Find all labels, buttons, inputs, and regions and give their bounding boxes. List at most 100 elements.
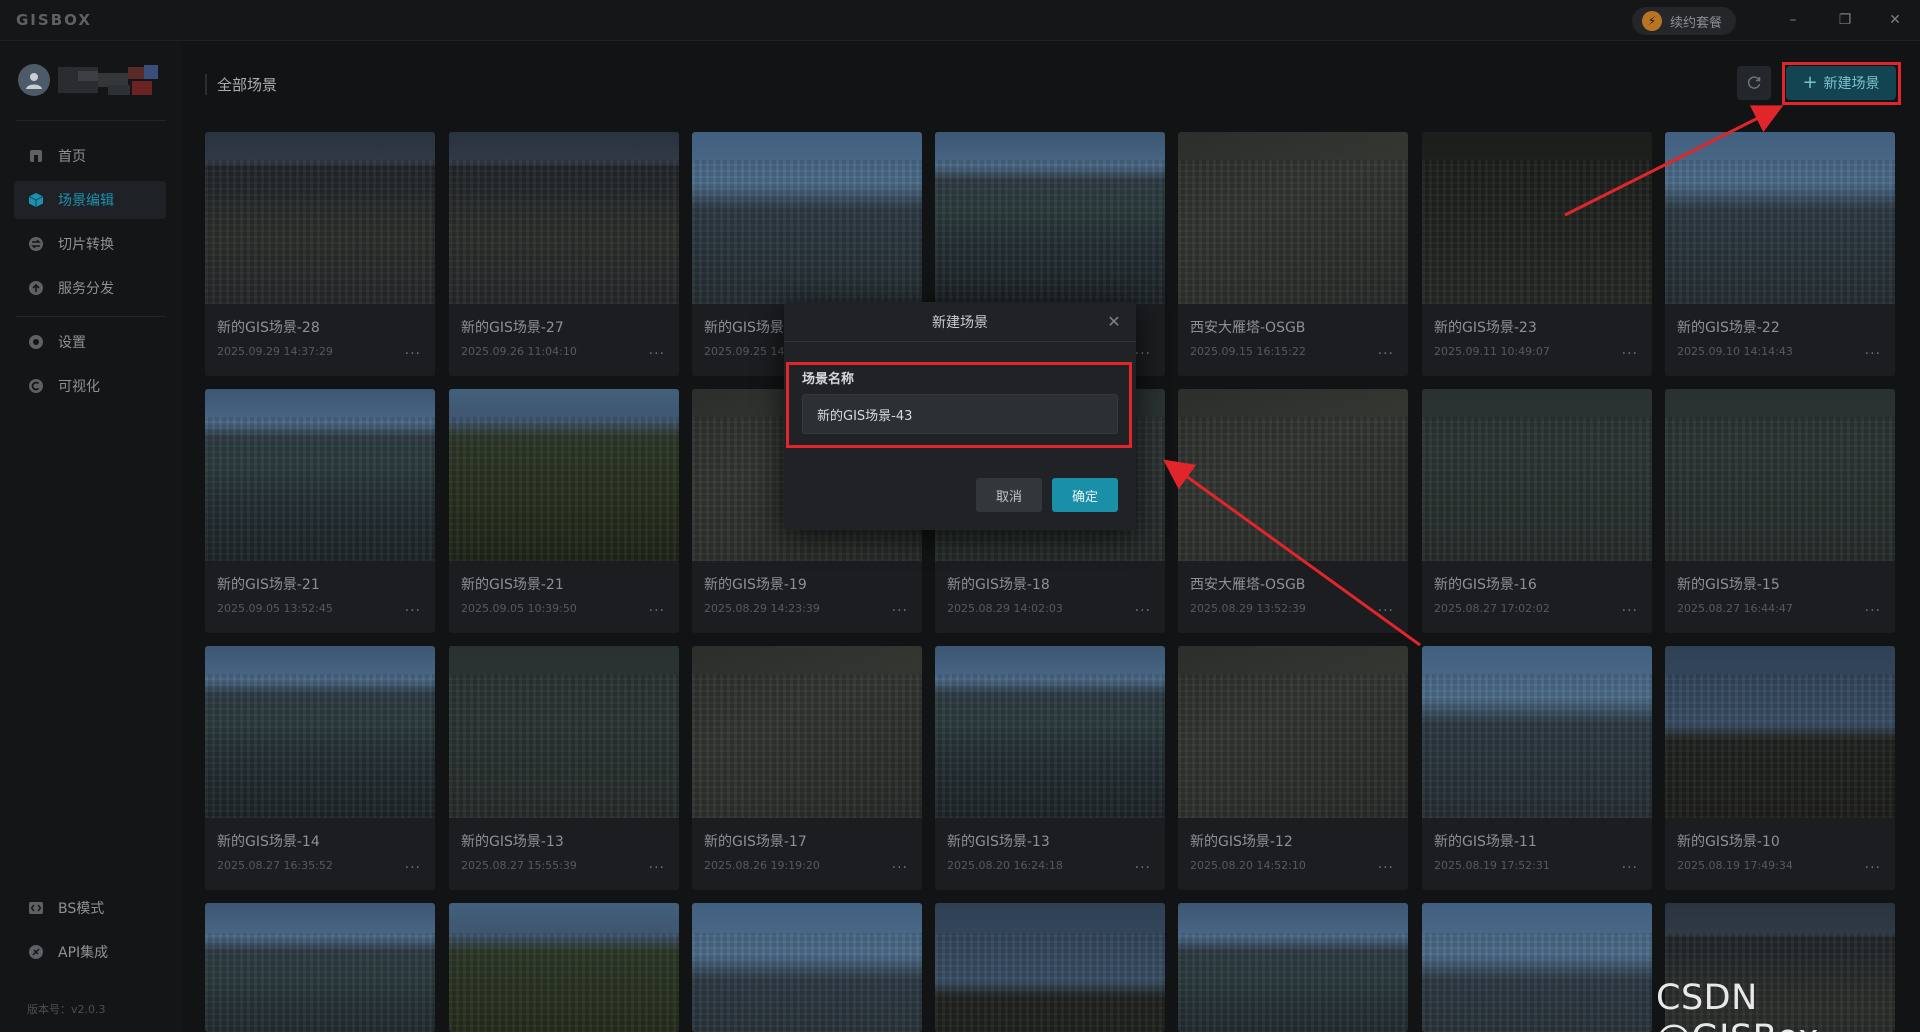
scene-card[interactable] xyxy=(1178,903,1408,1032)
scene-card[interactable]: 新的GIS场景-16 2025.08.27 17:02:02... xyxy=(1422,389,1652,633)
scene-thumbnail[interactable] xyxy=(1178,389,1408,561)
scene-thumbnail[interactable] xyxy=(449,903,679,1032)
scene-thumbnail[interactable] xyxy=(1665,646,1895,818)
sidebar-item-home[interactable]: 首页 xyxy=(14,137,166,175)
more-options-icon[interactable]: ... xyxy=(405,856,421,872)
scene-thumbnail[interactable] xyxy=(692,132,922,304)
confirm-button[interactable]: 确定 xyxy=(1052,478,1118,512)
close-icon[interactable]: ✕ xyxy=(1880,8,1910,32)
refresh-button[interactable] xyxy=(1737,66,1771,100)
scene-card[interactable]: 新的GIS场景-21 2025.09.05 13:52:45... xyxy=(205,389,435,633)
more-options-icon[interactable]: ... xyxy=(405,342,421,358)
scene-card[interactable]: 新的GIS场景-17 2025.08.26 19:19:20... xyxy=(692,646,922,890)
scene-thumbnail[interactable] xyxy=(1665,132,1895,304)
more-options-icon[interactable]: ... xyxy=(1135,599,1151,615)
scene-date: 2025.08.29 14:02:03 xyxy=(947,602,1063,615)
scene-thumbnail[interactable] xyxy=(935,646,1165,818)
scene-card[interactable]: 新的GIS场景-13 2025.08.27 15:55:39... xyxy=(449,646,679,890)
more-options-icon[interactable]: ... xyxy=(1378,599,1394,615)
scene-card[interactable] xyxy=(1422,903,1652,1032)
scene-card[interactable] xyxy=(692,903,922,1032)
scene-thumbnail[interactable] xyxy=(1422,389,1652,561)
sidebar-item-settings[interactable]: 设置 xyxy=(14,323,166,361)
scene-thumbnail[interactable] xyxy=(935,132,1165,304)
scene-thumbnail[interactable] xyxy=(449,389,679,561)
scene-date: 2025.08.20 16:24:18 xyxy=(947,859,1063,872)
scene-thumbnail[interactable] xyxy=(205,646,435,818)
sidebar-item-service[interactable]: 服务分发 xyxy=(14,269,166,307)
scene-card[interactable]: 新的GIS场景-27 2025.09.26 11:04:10... xyxy=(449,132,679,376)
more-options-icon[interactable]: ... xyxy=(405,599,421,615)
more-options-icon[interactable]: ... xyxy=(1622,342,1638,358)
scene-date: 2025.08.20 14:52:10 xyxy=(1190,859,1306,872)
more-options-icon[interactable]: ... xyxy=(1378,856,1394,872)
scene-card[interactable]: 新的GIS场景-14 2025.08.27 16:35:52... xyxy=(205,646,435,890)
scene-thumbnail[interactable] xyxy=(1422,903,1652,1032)
more-options-icon[interactable]: ... xyxy=(1135,342,1151,358)
scene-card[interactable]: 新的GIS场景-23 2025.09.11 10:49:07... xyxy=(1422,132,1652,376)
more-options-icon[interactable]: ... xyxy=(1622,856,1638,872)
scene-card[interactable]: 新的GIS场景-28 2025.09.29 14:37:29... xyxy=(205,132,435,376)
more-options-icon[interactable]: ... xyxy=(1865,342,1881,358)
sidebar-item-label: 首页 xyxy=(58,149,86,165)
sidebar-item-visual[interactable]: 可视化 xyxy=(14,367,166,405)
scene-card[interactable]: 新的GIS场景-13 2025.08.20 16:24:18... xyxy=(935,646,1165,890)
renew-plan-button[interactable]: ⚡ 续约套餐 xyxy=(1632,7,1736,35)
scene-thumbnail[interactable] xyxy=(449,646,679,818)
more-options-icon[interactable]: ... xyxy=(1378,342,1394,358)
scene-thumbnail[interactable] xyxy=(1178,903,1408,1032)
scene-thumbnail[interactable] xyxy=(1178,132,1408,304)
scene-date: 2025.09.05 10:39:50 xyxy=(461,602,577,615)
close-icon[interactable]: ✕ xyxy=(1104,311,1124,331)
scene-thumbnail[interactable] xyxy=(692,646,922,818)
more-options-icon[interactable]: ... xyxy=(892,856,908,872)
more-options-icon[interactable]: ... xyxy=(649,856,665,872)
scene-thumbnail[interactable] xyxy=(449,132,679,304)
scene-name: 新的GIS场景-21 xyxy=(461,577,564,593)
scene-date: 2025.08.27 17:02:02 xyxy=(1434,602,1550,615)
more-options-icon[interactable]: ... xyxy=(1865,856,1881,872)
scene-thumbnail[interactable] xyxy=(935,903,1165,1032)
more-options-icon[interactable]: ... xyxy=(1135,856,1151,872)
scene-date: 2025.08.27 15:55:39 xyxy=(461,859,577,872)
cancel-button[interactable]: 取消 xyxy=(976,478,1042,512)
more-options-icon[interactable]: ... xyxy=(649,599,665,615)
username-redacted xyxy=(58,63,160,97)
scene-card[interactable]: 新的GIS场景-22 2025.09.10 14:14:43... xyxy=(1665,132,1895,376)
sidebar-item-tile-convert[interactable]: 切片转换 xyxy=(14,225,166,263)
scene-card[interactable]: 新的GIS场景-15 2025.08.27 16:44:47... xyxy=(1665,389,1895,633)
more-options-icon[interactable]: ... xyxy=(892,599,908,615)
scene-card[interactable]: 新的GIS场景-21 2025.09.05 10:39:50... xyxy=(449,389,679,633)
minimize-icon[interactable]: – xyxy=(1778,8,1808,32)
scene-date: 2025.09.05 13:52:45 xyxy=(217,602,333,615)
scene-date: 2025.09.29 14:37:29 xyxy=(217,345,333,358)
sidebar-item-scene-edit[interactable]: 场景编辑 xyxy=(14,181,166,219)
scene-card[interactable]: 新的GIS场景-11 2025.08.19 17:52:31... xyxy=(1422,646,1652,890)
scene-name: 新的GIS场景-18 xyxy=(947,577,1050,593)
user-profile[interactable] xyxy=(18,63,160,97)
scene-name: 西安大雁塔-OSGB xyxy=(1190,577,1306,593)
scene-card[interactable]: 西安大雁塔-OSGB 2025.08.29 13:52:39... xyxy=(1178,389,1408,633)
scene-card[interactable] xyxy=(935,903,1165,1032)
scene-card[interactable] xyxy=(449,903,679,1032)
scene-thumbnail[interactable] xyxy=(205,903,435,1032)
scene-thumbnail[interactable] xyxy=(205,389,435,561)
scene-thumbnail[interactable] xyxy=(205,132,435,304)
scene-date: 2025.08.26 19:19:20 xyxy=(704,859,820,872)
sidebar-item-label: 服务分发 xyxy=(58,281,114,297)
more-options-icon[interactable]: ... xyxy=(1865,599,1881,615)
scene-card[interactable]: 西安大雁塔-OSGB 2025.09.15 16:15:22... xyxy=(1178,132,1408,376)
scene-card[interactable]: 新的GIS场景-10 2025.08.19 17:49:34... xyxy=(1665,646,1895,890)
scene-thumbnail[interactable] xyxy=(1665,389,1895,561)
more-options-icon[interactable]: ... xyxy=(1622,599,1638,615)
scene-card[interactable]: 新的GIS场景-12 2025.08.20 14:52:10... xyxy=(1178,646,1408,890)
scene-thumbnail[interactable] xyxy=(1422,646,1652,818)
more-options-icon[interactable]: ... xyxy=(649,342,665,358)
sidebar-item-bs-mode[interactable]: BS模式 xyxy=(14,889,166,927)
scene-thumbnail[interactable] xyxy=(1422,132,1652,304)
restore-icon[interactable]: ❐ xyxy=(1830,8,1860,32)
scene-thumbnail[interactable] xyxy=(1178,646,1408,818)
scene-card[interactable] xyxy=(205,903,435,1032)
scene-thumbnail[interactable] xyxy=(692,903,922,1032)
sidebar-item-api[interactable]: API集成 xyxy=(14,933,166,971)
